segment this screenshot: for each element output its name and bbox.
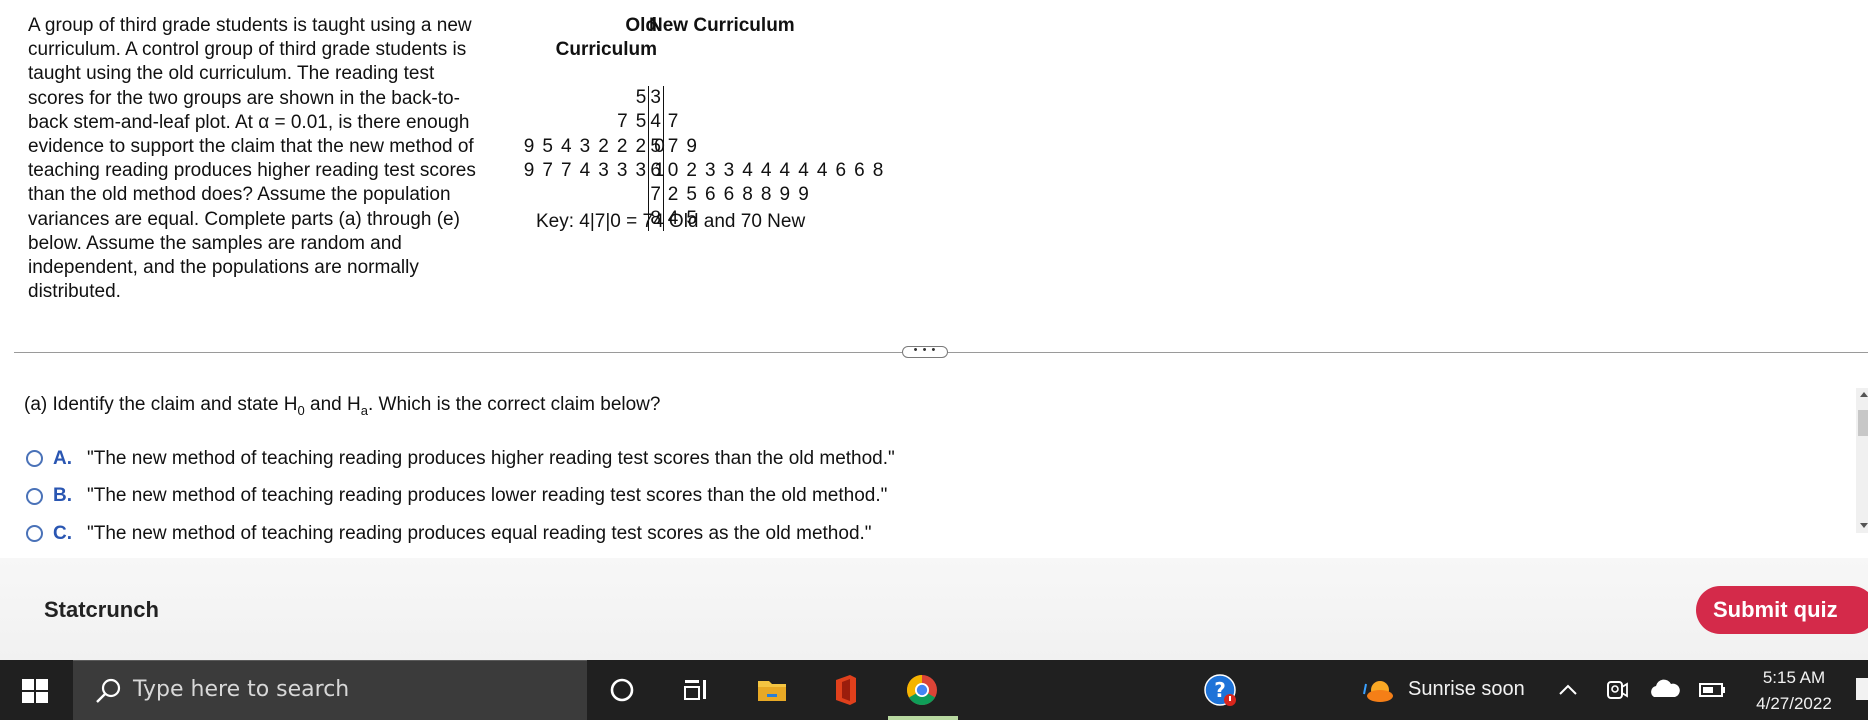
plot-row: 7 547 — [492, 86, 680, 135]
active-app-indicator — [888, 716, 958, 720]
option-letter: B. — [53, 485, 72, 507]
search-icon — [96, 678, 121, 703]
taskbar-search-box[interactable]: Type here to search — [73, 660, 587, 720]
plot-row: 9 7 7 4 3 3 3 16 0 2 3 3 4 4 4 4 4 6 6 8 — [492, 135, 885, 183]
notifications-icon[interactable] — [1856, 678, 1868, 700]
help-icon[interactable]: ? — [1200, 670, 1240, 710]
quiz-footer: Statcrunch Submit quiz — [0, 558, 1868, 660]
chevron-up-icon[interactable] — [1548, 670, 1588, 710]
option-letter: C. — [53, 522, 72, 544]
clock-time: 5:15 AM — [1762, 668, 1826, 687]
radio-button[interactable] — [26, 450, 43, 468]
option-text: "The new method of teaching reading prod… — [87, 447, 895, 469]
radio-button[interactable] — [26, 487, 43, 505]
battery-icon[interactable] — [1692, 670, 1732, 710]
plot-row: 53 — [492, 62, 668, 111]
chrome-icon[interactable] — [902, 670, 942, 710]
taskbar: Type here to search ? Sunrise soon 5:15 … — [0, 660, 1868, 720]
scroll-down-arrow-icon[interactable] — [1860, 523, 1868, 528]
scroll-up-arrow-icon[interactable] — [1860, 392, 1868, 397]
statcrunch-link[interactable]: Statcrunch — [44, 597, 159, 623]
search-placeholder: Type here to search — [133, 677, 350, 702]
option-letter: A. — [53, 447, 72, 469]
option-b[interactable]: B. "The new method of teaching reading p… — [26, 478, 895, 516]
office-icon[interactable] — [826, 670, 866, 710]
svg-text:?: ? — [1214, 678, 1226, 702]
old-curriculum-header: Old Curriculum — [555, 15, 657, 60]
problem-statement: A group of third grade students is taugh… — [28, 15, 476, 303]
new-curriculum-header: New Curriculum — [649, 15, 795, 36]
windows-start-icon[interactable] — [22, 679, 48, 703]
submit-quiz-button[interactable]: Submit quiz — [1696, 586, 1868, 634]
plot-row: 84 5 — [492, 183, 698, 232]
system-clock[interactable]: 5:15 AM 4/27/2022 — [1732, 665, 1856, 717]
answer-options: A. "The new method of teaching reading p… — [26, 440, 895, 553]
scrollbar-thumb[interactable] — [1858, 410, 1868, 436]
onedrive-icon[interactable] — [1644, 670, 1684, 710]
option-text: "The new method of teaching reading prod… — [87, 522, 872, 544]
task-view-icon[interactable] — [676, 670, 716, 710]
plot-row: 72 5 6 6 8 8 9 9 — [492, 159, 810, 208]
pane-resize-handle[interactable]: • • • — [902, 345, 948, 358]
plot-key: Key: 4|7|0 = 74 Old and 70 New — [536, 211, 806, 232]
plot-row: 9 5 4 3 2 2 2 05 7 9 — [492, 110, 698, 159]
option-c[interactable]: C. "The new method of teaching reading p… — [26, 515, 895, 553]
weather-icon[interactable] — [1358, 670, 1398, 710]
meet-now-icon[interactable] — [1596, 670, 1636, 710]
option-a[interactable]: A. "The new method of teaching reading p… — [26, 440, 895, 478]
weather-text[interactable]: Sunrise soon — [1408, 678, 1525, 701]
quiz-page: A group of third grade students is taugh… — [0, 0, 1868, 720]
cortana-icon[interactable] — [602, 670, 642, 710]
radio-button[interactable] — [26, 525, 43, 543]
clock-date: 4/27/2022 — [1756, 694, 1832, 713]
part-a-question: (a) Identify the claim and state H0 and … — [24, 394, 661, 418]
option-text: "The new method of teaching reading prod… — [87, 485, 888, 507]
file-explorer-icon[interactable] — [752, 670, 792, 710]
